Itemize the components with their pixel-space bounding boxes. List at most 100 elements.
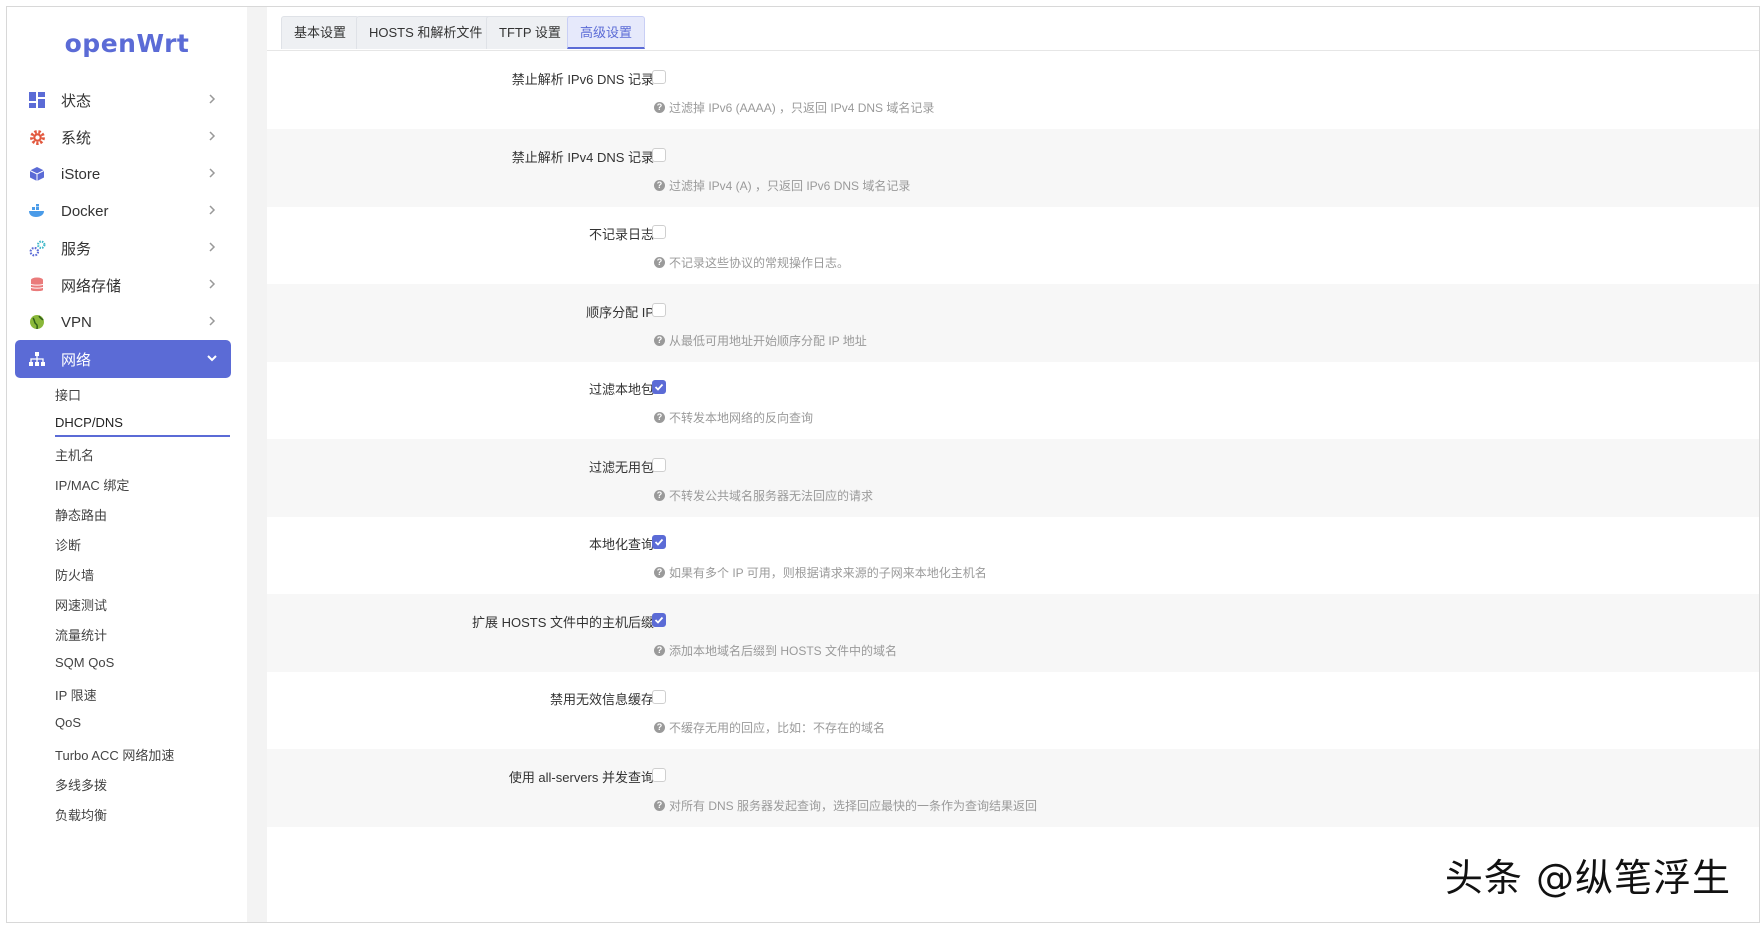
sidebar-subitem-traffic-stats[interactable]: 流量统计 (55, 625, 107, 644)
cogs-icon (27, 238, 47, 258)
setting-row-localize-queries: 本地化查询? 如果有多个 IP 可用，则根据请求来源的子网来本地化主机名 (267, 516, 1759, 594)
sidebar-item-label: 系统 (61, 129, 92, 147)
watermark: 头条 @纵笔浮生 (1444, 856, 1731, 900)
sidebar-subitem-speedtest[interactable]: 网速测试 (55, 595, 107, 614)
sidebar-item-label: VPN (61, 313, 92, 331)
setting-label: 顺序分配 IP (586, 304, 654, 320)
setting-hint: ? 过滤掉 IPv4 (A) ，只返回 IPv6 DNS 域名记录 (654, 177, 910, 194)
sidebar-item-label: iStore (61, 165, 101, 183)
no-log-checkbox[interactable] (652, 225, 666, 239)
sidebar-item-label: 服务 (61, 240, 92, 258)
sidebar-item-network[interactable]: 网络 (15, 340, 231, 378)
sidebar-subitem-qos[interactable]: QoS (55, 715, 81, 730)
sidebar-item-vpn[interactable]: VPN (15, 303, 231, 341)
sidebar-subitem-load-balance[interactable]: 负载均衡 (55, 805, 107, 824)
tab-basic-settings[interactable]: 基本设置 (281, 16, 360, 49)
sidebar-item-services[interactable]: 服务 (15, 229, 231, 267)
setting-hint: ? 不缓存无用的回应，比如：不存在的域名 (654, 719, 885, 736)
setting-row-disable-ipv6-dns: 禁止解析 IPv6 DNS 记录? 过滤掉 IPv6 (AAAA) ，只返回 IP… (267, 51, 1759, 129)
globe-icon (27, 312, 47, 332)
sidebar-subitem-ip-limit[interactable]: IP 限速 (55, 685, 97, 704)
question-circle-icon: ? (654, 257, 665, 268)
sidebar-item-docker[interactable]: Docker (15, 192, 231, 230)
disable-ipv4-dns-checkbox[interactable] (652, 147, 666, 162)
setting-hint: ? 如果有多个 IP 可用，则根据请求来源的子网来本地化主机名 (654, 564, 987, 581)
chevron-down-icon (207, 355, 217, 362)
sidebar-subitem-interfaces[interactable]: 接口 (55, 385, 81, 404)
gear-icon (27, 127, 47, 147)
setting-label: 过滤无用包 (588, 459, 654, 475)
localize-queries-checkbox[interactable] (652, 535, 666, 549)
tab-bar: 基本设置 HOSTS 和解析文件 TFTP 设置 高级设置 (267, 7, 1759, 51)
database-icon (27, 275, 47, 295)
sequential-ip-checkbox[interactable] (652, 302, 666, 317)
setting-hint: ? 从最低可用地址开始顺序分配 IP 地址 (654, 332, 867, 349)
sidebar: openWrt 状态 系统 iStore Docker 服务 网络存储 VPN … (7, 7, 247, 922)
setting-hint-text: 不缓存无用的回应，比如：不存在的域名 (669, 721, 886, 735)
sidebar-subitem-multi-dial[interactable]: 多线多拨 (55, 775, 107, 794)
check-icon (654, 616, 664, 624)
sidebar-item-label: Docker (61, 202, 109, 220)
setting-label: 扩展 HOSTS 文件中的主机后缀 (471, 614, 654, 630)
setting-hint-text: 对所有 DNS 服务器发起查询，选择回应最快的一条作为查询结果返回 (669, 798, 1038, 813)
question-circle-icon: ? (654, 722, 665, 733)
tab-hosts-files[interactable]: HOSTS 和解析文件 (356, 16, 496, 49)
filter-local-checkbox[interactable] (652, 380, 666, 394)
tab-tftp-settings[interactable]: TFTP 设置 (486, 16, 574, 49)
question-circle-icon: ? (654, 567, 665, 578)
question-circle-icon: ? (654, 799, 665, 811)
sidebar-subitem-static-routes[interactable]: 静态路由 (55, 505, 107, 524)
sidebar-subitem-turbo-acc[interactable]: Turbo ACC 网络加速 (55, 745, 174, 764)
sidebar-item-system[interactable]: 系统 (15, 118, 231, 156)
check-icon (654, 538, 664, 546)
sidebar-item-label: 网络存储 (61, 277, 122, 295)
setting-row-sequential-ip: 顺序分配 IP? 从最低可用地址开始顺序分配 IP 地址 (267, 283, 1759, 362)
sidebar-item-label: 网络 (61, 351, 92, 369)
disable-ipv6-dns-checkbox[interactable] (652, 70, 666, 84)
dashboard-icon (27, 90, 47, 110)
chevron-right-icon (209, 94, 216, 104)
chevron-right-icon (209, 131, 216, 141)
setting-hint-text: 从最低可用地址开始顺序分配 IP 地址 (669, 333, 867, 348)
question-circle-icon: ? (654, 644, 665, 656)
all-servers-checkbox[interactable] (652, 767, 666, 782)
sidebar-subitem-ip-mac-binding[interactable]: IP/MAC 绑定 (55, 475, 129, 494)
question-circle-icon: ? (654, 412, 665, 423)
sidebar-subitem-sqm-qos[interactable]: SQM QoS (55, 655, 114, 670)
check-icon (654, 383, 664, 391)
setting-hint: ? 添加本地域名后缀到 HOSTS 文件中的域名 (654, 642, 897, 659)
sidebar-subitem-hostnames[interactable]: 主机名 (55, 445, 94, 464)
setting-hint-text: 添加本地域名后缀到 HOSTS 文件中的域名 (669, 643, 898, 658)
logo: openWrt (64, 29, 190, 58)
setting-row-no-negcache: 禁用无效信息缓存? 不缓存无用的回应，比如：不存在的域名 (267, 671, 1759, 749)
sidebar-subitem-firewall[interactable]: 防火墙 (55, 565, 94, 584)
sidebar-item-network-storage[interactable]: 网络存储 (15, 266, 231, 304)
setting-hint: ? 不转发公共域名服务器无法回应的请求 (654, 487, 873, 504)
question-circle-icon: ? (654, 179, 665, 191)
chevron-right-icon (209, 279, 216, 289)
expand-hosts-checkbox[interactable] (652, 612, 666, 627)
sidebar-subitem-dhcp-dns[interactable]: DHCP/DNS (55, 415, 123, 430)
setting-label: 本地化查询 (588, 537, 654, 552)
setting-hint-text: 过滤掉 IPv4 (A) ，只返回 IPv6 DNS 域名记录 (669, 178, 911, 193)
sidebar-subitem-diagnostics[interactable]: 诊断 (55, 535, 81, 554)
chevron-right-icon (209, 168, 216, 178)
chevron-right-icon (209, 316, 216, 326)
sidebar-item-status[interactable]: 状态 (15, 81, 231, 119)
sidebar-item-istore[interactable]: iStore (15, 155, 231, 193)
app-window: openWrt 状态 系统 iStore Docker 服务 网络存储 VPN … (6, 6, 1760, 923)
setting-hint-text: 过滤掉 IPv6 (AAAA) ，只返回 IPv4 DNS 域名记录 (669, 101, 935, 115)
active-subitem-underline (55, 435, 230, 437)
setting-label: 过滤本地包 (588, 382, 654, 397)
setting-hint-text: 不记录这些协议的常规操作日志。 (669, 256, 850, 270)
tab-advanced-settings[interactable]: 高级设置 (567, 16, 646, 49)
setting-hint: ? 过滤掉 IPv6 (AAAA) ，只返回 IPv4 DNS 域名记录 (654, 99, 934, 116)
setting-label: 使用 all-servers 并发查询 (508, 769, 654, 785)
setting-row-filter-useless: 过滤无用包? 不转发公共域名服务器无法回应的请求 (267, 438, 1759, 517)
question-circle-icon: ? (654, 334, 665, 346)
no-negcache-checkbox[interactable] (652, 690, 666, 704)
setting-row-disable-ipv4-dns: 禁止解析 IPv4 DNS 记录? 过滤掉 IPv4 (A) ，只返回 IPv6 … (267, 128, 1759, 207)
filter-useless-checkbox[interactable] (652, 457, 666, 472)
setting-row-filter-local: 过滤本地包? 不转发本地网络的反向查询 (267, 361, 1759, 439)
setting-label: 禁止解析 IPv6 DNS 记录 (511, 72, 654, 87)
